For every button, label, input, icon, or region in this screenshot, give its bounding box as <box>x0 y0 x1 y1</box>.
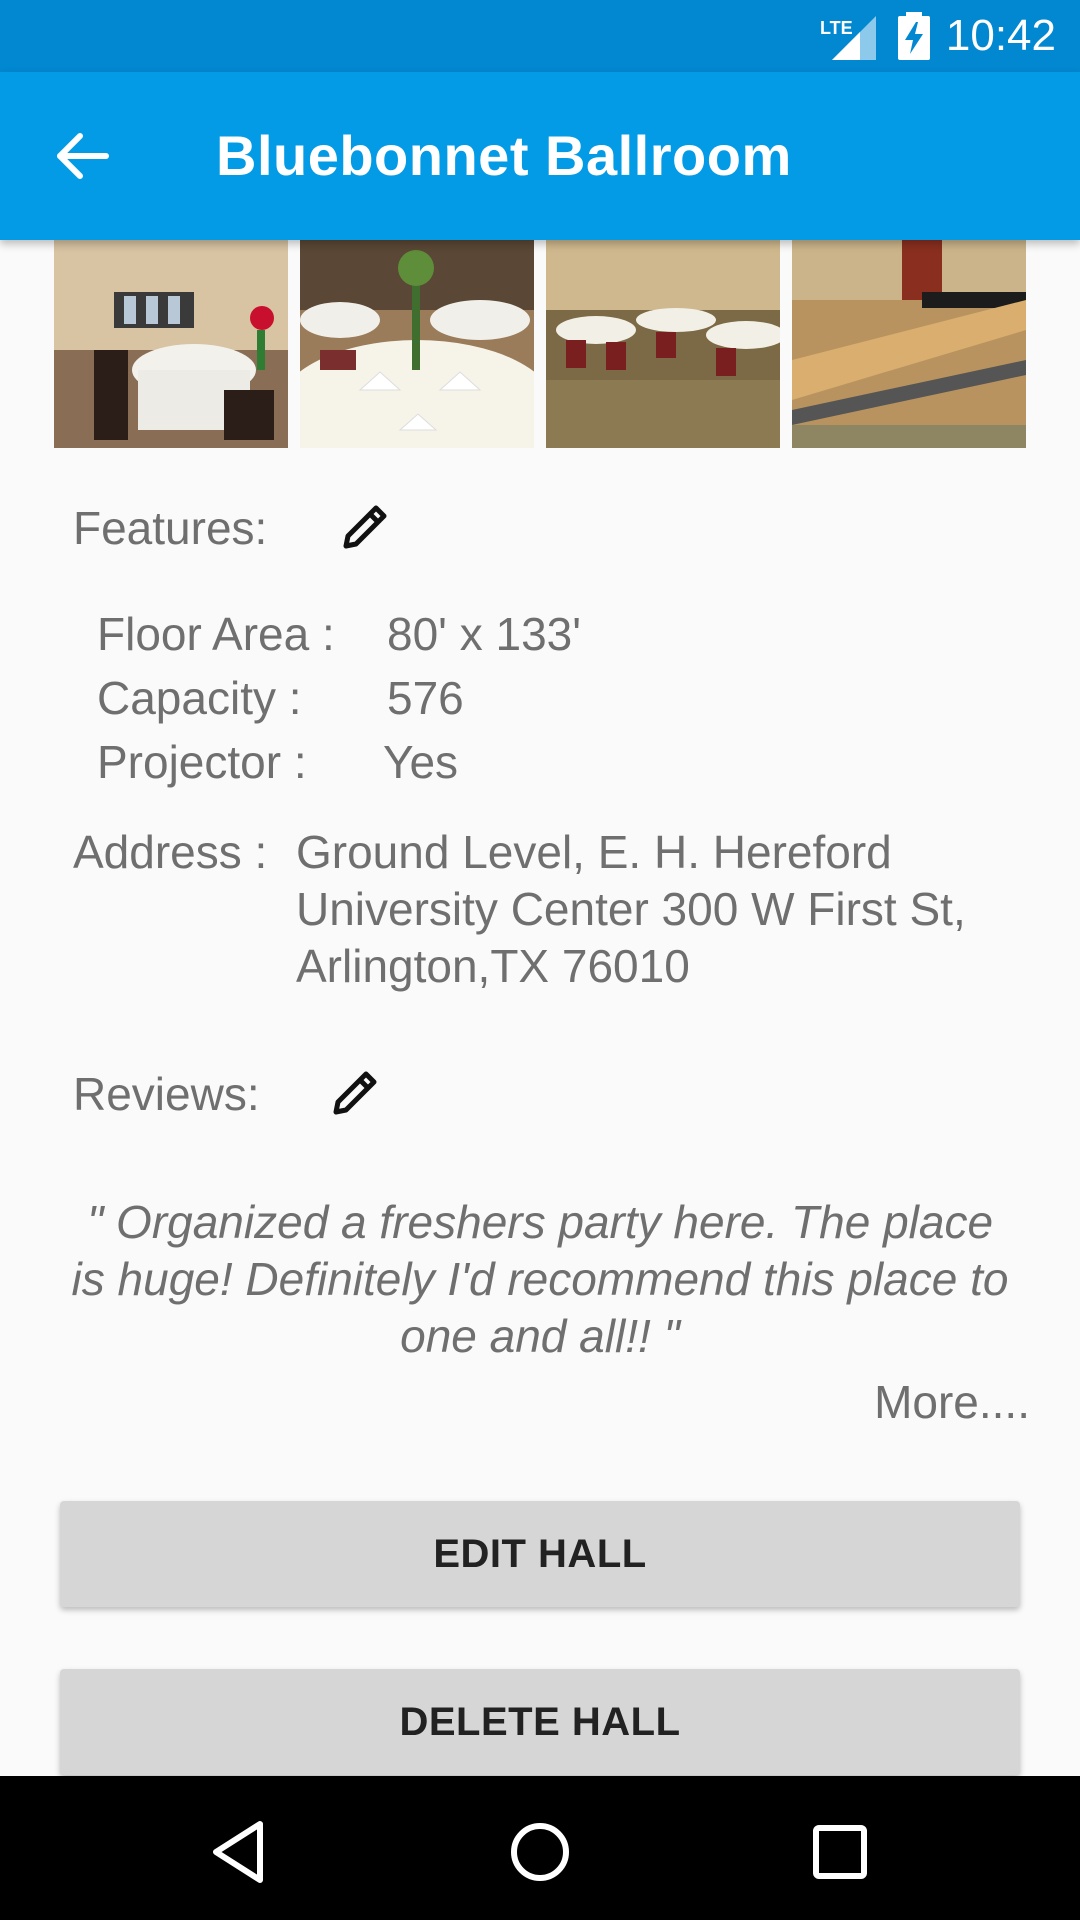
home-circle-icon[interactable] <box>500 1812 580 1892</box>
review-line-2: is huge! Definitely I'd recommend this p… <box>71 1253 1009 1305</box>
back-triangle-icon[interactable] <box>200 1812 280 1892</box>
review-line-1: " Organized a freshers party here. The p… <box>86 1196 994 1248</box>
projector-value: Yes <box>383 736 459 788</box>
recents-square-icon[interactable] <box>800 1812 880 1892</box>
pencil-icon[interactable] <box>338 498 394 554</box>
page-title: Bluebonnet Ballroom <box>216 124 792 187</box>
floor-area-value: 80' x 133' <box>387 608 582 660</box>
review-quote: " Organized a freshers party here. The p… <box>60 1194 1020 1365</box>
edit-hall-button[interactable]: EDIT HALL <box>60 1501 1020 1607</box>
features-label: Features: <box>73 502 268 554</box>
ballroom-photo-1[interactable] <box>54 240 288 448</box>
more-reviews-link[interactable]: More.... <box>874 1374 1030 1430</box>
capacity-value: 576 <box>387 672 464 724</box>
address-line-3: Arlington,TX 76010 <box>296 940 690 992</box>
floor-area-label: Floor Area : <box>97 608 335 660</box>
arrow-back-icon[interactable] <box>40 116 130 196</box>
lte-signal-icon: LTE <box>820 16 876 60</box>
ballroom-photo-4[interactable] <box>792 240 1026 448</box>
reviews-label: Reviews: <box>73 1068 260 1120</box>
delete-hall-button[interactable]: DELETE HALL <box>60 1669 1020 1775</box>
battery-charging-icon <box>898 12 930 60</box>
pencil-icon[interactable] <box>328 1064 384 1120</box>
status-bar: LTE 10:42 <box>0 0 1080 72</box>
review-line-3: one and all!! " <box>400 1310 680 1362</box>
navigation-bar <box>0 1776 1080 1920</box>
address-line-2: University Center 300 W First St, <box>296 883 966 935</box>
address-line-1: Ground Level, E. H. Hereford <box>296 826 892 878</box>
svg-text:LTE: LTE <box>820 18 853 38</box>
ballroom-photo-2[interactable] <box>300 240 534 448</box>
photo-gallery[interactable] <box>54 240 1026 448</box>
app-bar: Bluebonnet Ballroom <box>0 72 1080 240</box>
ballroom-photo-3[interactable] <box>546 240 780 448</box>
projector-label: Projector : <box>97 736 307 788</box>
address-label: Address : <box>73 826 268 878</box>
capacity-label: Capacity : <box>97 672 302 724</box>
status-time: 10:42 <box>945 11 1056 60</box>
